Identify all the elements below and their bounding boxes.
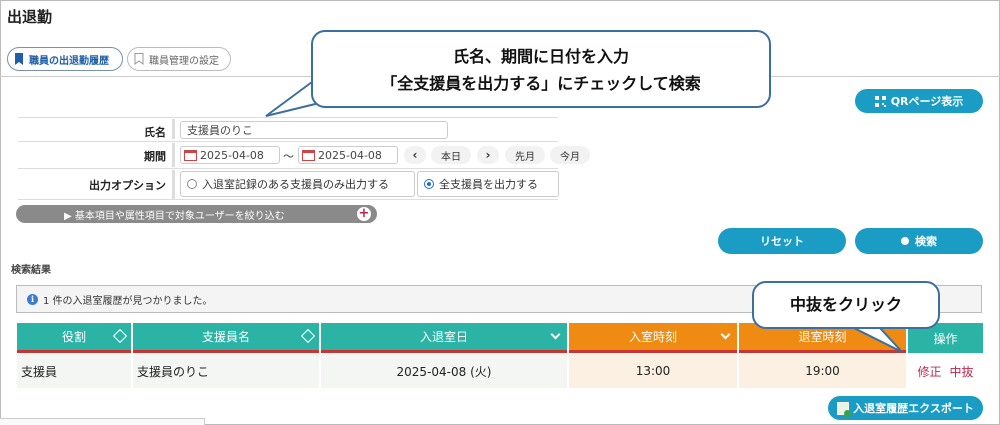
horizontal-scrollbar[interactable] <box>0 418 205 425</box>
radio-checked-icon[interactable] <box>424 179 434 189</box>
date-from-input[interactable]: 2025-04-08 <box>180 146 280 164</box>
option-all-staff[interactable]: 全支援員を出力する <box>417 171 559 197</box>
plus-icon[interactable]: + <box>355 205 373 223</box>
column-header-role[interactable]: 役割 <box>17 323 131 353</box>
column-header-staff-name[interactable]: 支援員名 <box>133 323 319 353</box>
chevron-down-icon <box>720 329 731 340</box>
radio-unchecked-icon[interactable] <box>187 179 197 189</box>
name-label: 氏名 <box>144 126 166 139</box>
sort-icon <box>112 328 128 344</box>
bookmark-icon <box>15 53 23 65</box>
export-button-label: 入退室履歴エクスポート <box>853 402 974 415</box>
callout-line-2: 「全支援員を出力する」にチェックして検索 <box>381 74 701 93</box>
column-header-date[interactable]: 入退室日 <box>321 323 567 353</box>
search-dot-icon <box>901 237 909 245</box>
filter-toggle-bar[interactable]: ▶ 基本項目や属性項目で対象ユーザーを絞り込む <box>16 205 377 223</box>
qr-button-label: QRページ表示 <box>890 95 964 108</box>
cell-out-time: 19:00 <box>739 354 906 388</box>
calendar-icon <box>184 149 197 161</box>
period-label: 期間 <box>144 150 166 163</box>
qr-page-button[interactable]: QRページ表示 <box>855 89 983 113</box>
option-entries-only[interactable]: 入退室記録のある支援員のみ出力する <box>180 171 415 197</box>
instruction-callout: 氏名、期間に日付を入力 「全支援員を出力する」にチェックして検索 <box>311 30 771 108</box>
page-title: 出退勤 <box>7 8 53 26</box>
next-day-button[interactable]: › <box>477 146 499 164</box>
tab-staff-settings[interactable]: 職員管理の設定 <box>127 47 231 71</box>
tab-label: 職員の出退勤履歴 <box>29 55 109 67</box>
date-from-value: 2025-04-08 <box>200 148 264 162</box>
form-vline <box>172 170 175 199</box>
sort-icon <box>300 328 316 344</box>
column-header-in-time[interactable]: 入室時刻 <box>569 323 737 353</box>
tab-staff-attendance-history[interactable]: 職員の出退勤履歴 <box>7 47 123 71</box>
cell-operations: 修正 中抜 <box>908 354 983 388</box>
calendar-icon <box>302 149 315 161</box>
form-vline <box>172 119 175 139</box>
result-message: 1 件の入退室履歴が見つかりました。 <box>43 295 213 307</box>
form-vline <box>172 143 175 167</box>
option-all-staff-label: 全支援員を出力する <box>439 178 538 191</box>
info-icon: i <box>27 293 38 305</box>
date-to-value: 2025-04-08 <box>318 148 382 162</box>
today-button[interactable]: 本日 <box>431 146 471 164</box>
option-entries-only-label: 入退室記録のある支援員のみ出力する <box>202 178 389 191</box>
export-history-button[interactable]: 入退室履歴エクスポート <box>828 396 983 420</box>
name-input[interactable]: 支援員のりこ <box>180 121 448 139</box>
search-button-label: 検索 <box>915 235 937 248</box>
prev-month-button[interactable]: 先月 <box>505 146 545 164</box>
click-hint-callout: 中抜をクリック <box>752 281 940 329</box>
prev-day-button[interactable]: ‹ <box>404 146 426 164</box>
search-button[interactable]: 検索 <box>855 228 983 254</box>
form-separator <box>18 117 558 118</box>
bookmark-outline-icon <box>134 53 144 65</box>
date-to-input[interactable]: 2025-04-08 <box>298 146 398 164</box>
form-separator <box>18 141 558 142</box>
cell-date: 2025-04-08 (火) <box>321 354 567 388</box>
callout-pointer <box>853 327 903 353</box>
cell-in-time: 13:00 <box>569 354 737 388</box>
break-link[interactable]: 中抜 <box>950 363 974 380</box>
this-month-button[interactable]: 今月 <box>550 146 590 164</box>
callout-line-1: 氏名、期間に日付を入力 <box>452 47 629 66</box>
cell-staff-name: 支援員のりこ <box>133 354 319 388</box>
reset-button[interactable]: リセット <box>718 228 846 254</box>
form-separator <box>18 199 558 200</box>
export-icon <box>837 401 852 417</box>
output-option-label: 出力オプション <box>89 179 166 192</box>
search-results-heading: 検索結果 <box>11 265 51 276</box>
qr-icon <box>874 95 886 107</box>
form-separator <box>18 168 558 169</box>
range-separator: 〜 <box>283 150 294 163</box>
cell-role: 支援員 <box>17 354 131 388</box>
tab-label: 職員管理の設定 <box>149 55 219 67</box>
chevron-down-icon <box>550 329 561 340</box>
edit-link[interactable]: 修正 <box>917 363 941 380</box>
